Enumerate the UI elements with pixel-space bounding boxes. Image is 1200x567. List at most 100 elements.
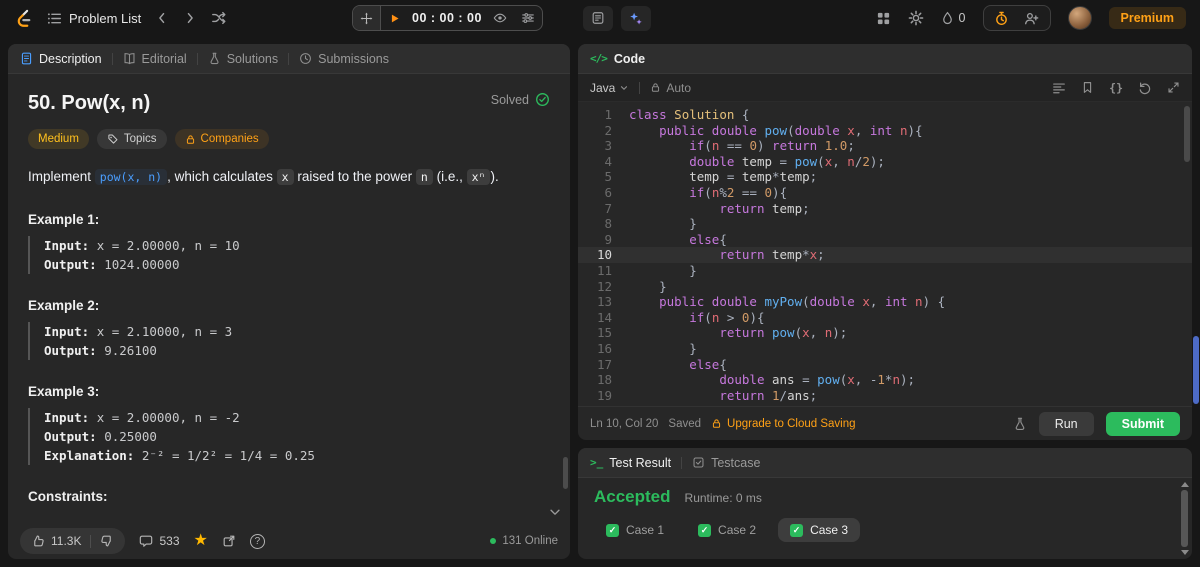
code-line[interactable]: 12 }	[578, 279, 1192, 295]
timer-settings-icon[interactable]	[514, 6, 542, 30]
line-number: 16	[596, 340, 612, 356]
shuffle-icon[interactable]	[211, 10, 227, 26]
language-label: Java	[590, 80, 616, 95]
pow-function-link[interactable]: pow(x, n)	[94, 169, 168, 185]
favorite-star-icon[interactable]: ★	[194, 533, 208, 549]
code-line[interactable]: 9 else{	[578, 232, 1192, 248]
tab-label: Description	[39, 51, 102, 66]
timer-play-button[interactable]	[381, 6, 408, 30]
scroll-up-arrow-icon[interactable]	[1180, 482, 1189, 487]
case-check-icon: ✓	[790, 523, 804, 537]
topics-badge[interactable]: Topics	[96, 129, 167, 149]
description-scrollbar[interactable]	[563, 457, 568, 489]
bookmark-icon[interactable]	[1081, 81, 1094, 94]
submit-button[interactable]: Submit	[1105, 411, 1180, 436]
code-footer: Ln 10, Col 20 Saved Upgrade to Cloud Sav…	[578, 406, 1192, 440]
editor-scrollbar[interactable]	[1184, 106, 1190, 402]
tab-label: Editorial	[141, 51, 187, 66]
code-brackets-icon: </>	[590, 52, 608, 65]
code-line[interactable]: 13 public double myPow(double x, int n) …	[578, 294, 1192, 310]
tab-label: Submissions	[318, 51, 390, 66]
code-line[interactable]: 7 return temp;	[578, 201, 1192, 217]
companies-badge[interactable]: Companies	[174, 129, 269, 149]
tab-solutions[interactable]: Solutions	[208, 52, 278, 66]
notes-icon[interactable]	[582, 5, 613, 31]
problem-statement: Implement pow(x, n), which calculates x …	[28, 169, 499, 185]
code-editor[interactable]: 1 class Solution {2 public double pow(dou…	[578, 102, 1192, 406]
settings-gear-icon[interactable]	[908, 10, 924, 26]
line-number: 6	[604, 184, 612, 200]
code-line[interactable]: 18 double ans = pow(x, -1*n);	[578, 372, 1192, 388]
divider	[90, 534, 92, 548]
ai-sparkles-icon[interactable]	[620, 5, 651, 31]
code-line[interactable]: 1 class Solution {	[578, 107, 1192, 123]
result-scrollbar[interactable]	[1179, 480, 1190, 557]
example-1-block: Input: x = 2.00000, n = 10 Output: 1024.…	[28, 235, 550, 274]
like-button[interactable]: 11.3K	[31, 534, 81, 548]
code-line[interactable]: 4 double temp = pow(x, n/2);	[578, 154, 1192, 170]
case-chip[interactable]: ✓ Case 1	[594, 518, 676, 542]
line-number: 1	[604, 107, 612, 122]
check-circle-icon	[535, 92, 550, 107]
case-chip[interactable]: ✓ Case 2	[686, 518, 768, 542]
auto-mode-toggle[interactable]: Auto	[650, 81, 691, 95]
code-line[interactable]: 11 }	[578, 263, 1192, 279]
terminal-icon: >_	[590, 456, 604, 469]
tab-testcase[interactable]: Testcase	[692, 456, 760, 470]
page-scrollbar[interactable]	[1193, 36, 1199, 567]
help-icon[interactable]: ?	[249, 533, 265, 549]
invite-user-icon[interactable]	[1018, 6, 1046, 30]
timer-drag-handle[interactable]	[353, 6, 381, 30]
flask-icon[interactable]	[1013, 417, 1027, 431]
premium-button[interactable]: Premium	[1108, 7, 1186, 29]
reset-code-icon[interactable]	[1138, 81, 1152, 95]
line-number: 5	[604, 169, 612, 185]
line-number: 3	[604, 138, 612, 154]
case-chip[interactable]: ✓ Case 3	[778, 518, 861, 542]
leetcode-app: Problem List 00 : 00 : 00 0 Premium Desc…	[0, 0, 1200, 567]
dislike-button[interactable]	[100, 534, 114, 548]
problem-list-button[interactable]: Problem List	[47, 11, 141, 26]
tab-test-result[interactable]: >_ Test Result	[590, 456, 671, 470]
constraints-label: Constraints:	[28, 488, 108, 504]
code-line[interactable]: 14 if(n > 0){	[578, 310, 1192, 326]
run-button[interactable]: Run	[1038, 411, 1094, 436]
code-line[interactable]: 8 }	[578, 216, 1192, 232]
leetcode-logo[interactable]	[14, 8, 33, 29]
eye-icon[interactable]	[486, 6, 514, 30]
format-lines-icon[interactable]	[1052, 81, 1066, 95]
next-question-button[interactable]	[183, 11, 197, 25]
code-line[interactable]: 16 }	[578, 341, 1192, 357]
scroll-down-arrow-icon[interactable]	[1180, 550, 1189, 555]
stopwatch-icon[interactable]	[988, 6, 1016, 30]
line-number: 18	[596, 372, 612, 388]
apps-grid-icon[interactable]	[876, 11, 891, 26]
fullscreen-icon[interactable]	[1167, 81, 1180, 94]
difficulty-badge[interactable]: Medium	[28, 129, 89, 149]
comments-button[interactable]: 533	[139, 534, 180, 548]
streak-counter[interactable]: 0	[941, 11, 966, 26]
prev-question-button[interactable]	[155, 11, 169, 25]
tab-description[interactable]: Description	[20, 52, 102, 66]
avatar[interactable]	[1067, 6, 1092, 30]
tab-editorial[interactable]: Editorial	[123, 52, 187, 66]
code-header-label: Code	[613, 51, 646, 66]
tab-submissions[interactable]: Submissions	[299, 52, 389, 66]
tab-label: Solutions	[226, 51, 279, 66]
code-line[interactable]: 15 return pow(x, n);	[578, 325, 1192, 341]
code-line[interactable]: 10 return temp*x;	[578, 247, 1192, 263]
code-line[interactable]: 17 else{	[578, 357, 1192, 373]
code-line[interactable]: 6 if(n%2 == 0){	[578, 185, 1192, 201]
cloud-saving-link[interactable]: Upgrade to Cloud Saving	[711, 418, 856, 430]
code-panel-header: </> Code	[578, 44, 1192, 74]
topbar: Problem List 00 : 00 : 00 0 Premium	[0, 0, 1200, 36]
code-line[interactable]: 3 if(n == 0) return 1.0;	[578, 138, 1192, 154]
code-line[interactable]: 2 public double pow(double x, int n){	[578, 123, 1192, 139]
share-icon[interactable]	[222, 534, 236, 548]
description-content[interactable]: 50. Pow(x, n) Solved Medium Topics Compa…	[8, 74, 570, 523]
language-selector[interactable]: Java	[590, 81, 629, 95]
scroll-down-chevron-icon[interactable]	[548, 505, 562, 519]
code-line[interactable]: 5 temp = temp*temp;	[578, 169, 1192, 185]
braces-icon[interactable]: {}	[1109, 81, 1123, 95]
code-line[interactable]: 19 return 1/ans;	[578, 388, 1192, 404]
